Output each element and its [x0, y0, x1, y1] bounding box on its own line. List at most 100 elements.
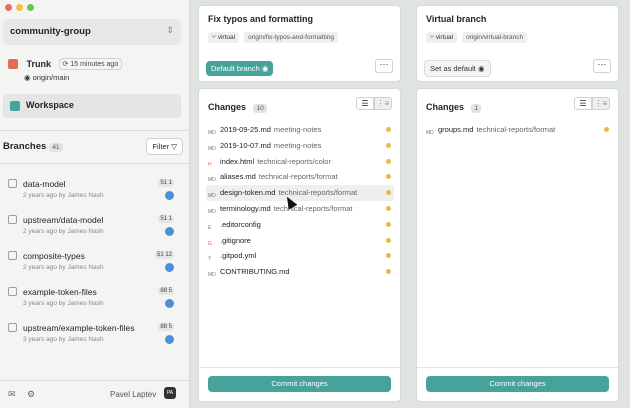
- modified-dot: [386, 253, 391, 259]
- branch-item[interactable]: upstream/data-model 2 years ago by James …: [8, 213, 180, 249]
- html-file-icon: H: [208, 161, 212, 168]
- trunk-remote: origin/main: [32, 73, 70, 82]
- virtual-tag-label: virtual: [217, 34, 236, 41]
- file-name: .gitpod.yml: [220, 251, 257, 261]
- file-name: 2019-10-07.md: [220, 140, 271, 150]
- file-name: terminology.md: [220, 203, 271, 213]
- filter-label: Filter: [152, 142, 170, 151]
- markdown-file-icon: MD: [208, 272, 216, 279]
- branch-list: data-model 2 years ago by James Nash 51 1 …: [8, 177, 180, 357]
- list-view-icon[interactable]: ☰: [574, 97, 592, 110]
- trunk-item[interactable]: Trunk ⟳ 15 minutes ago ◉ origin/main: [8, 58, 123, 82]
- branch-count: 51 12: [154, 251, 174, 259]
- more-options-button[interactable]: ···: [593, 59, 611, 73]
- avatar: [165, 191, 174, 200]
- branch-name: composite-types: [23, 251, 85, 261]
- divider: [0, 130, 190, 131]
- set-as-default-button[interactable]: Set as default ◉: [424, 60, 491, 77]
- user-avatar[interactable]: PA: [164, 387, 176, 399]
- file-item[interactable]: MD CONTRIBUTING.md: [206, 264, 394, 280]
- maximize-window-button[interactable]: [27, 4, 34, 11]
- virtual-tag: ⑂ virtual: [208, 32, 240, 43]
- branch-count: 88 5: [158, 323, 174, 331]
- workspace-item[interactable]: Workspace: [3, 94, 181, 118]
- close-window-button[interactable]: [5, 4, 12, 11]
- file-item[interactable]: MD groups.md technical-reports/format: [424, 122, 612, 138]
- file-list: MD 2019-09-25.md meeting-notes MD 2019-10-0…: [206, 122, 394, 280]
- mail-icon[interactable]: ✉: [8, 389, 16, 400]
- divider: [417, 367, 618, 368]
- file-list: MD groups.md technical-reports/format: [424, 122, 612, 138]
- branch-item[interactable]: composite-types 2 years ago by James Nash…: [8, 249, 180, 285]
- chevron-updown-icon: ⇕: [166, 25, 174, 35]
- modified-dot: [386, 127, 391, 132]
- file-item[interactable]: Y .gitpod.yml: [206, 248, 394, 264]
- more-options-button[interactable]: ···: [375, 59, 393, 73]
- yaml-file-icon: Y: [208, 256, 212, 263]
- default-branch-button[interactable]: Default branch ◉: [206, 61, 274, 76]
- changes-panel: Changes 10 ☰ ⋮≡ MD 2019-09-25.md meeting-no…: [198, 88, 401, 402]
- lane-header: Virtual branch ⑂ virtual origin/virtual-…: [416, 5, 619, 82]
- commit-button[interactable]: Commit changes: [426, 376, 609, 392]
- file-name: aliases.md: [220, 172, 256, 182]
- branch-item[interactable]: upstream/example-token-files 3 years ago …: [8, 321, 180, 357]
- workspace-label: Workspace: [26, 100, 74, 110]
- changes-panel: Changes 1 ☰ ⋮≡ MD groups.md technical-repor…: [416, 88, 619, 402]
- file-item[interactable]: G .gitignore: [206, 233, 394, 249]
- gear-icon[interactable]: ⚙: [27, 389, 35, 400]
- branch-name: example-token-files: [23, 287, 97, 297]
- file-item[interactable]: MD aliases.md technical-reports/format: [206, 169, 394, 185]
- filter-button[interactable]: Filter ▽: [146, 138, 183, 155]
- branch-icon: [8, 179, 17, 188]
- sidebar: community-group ⇕ Trunk ⟳ 15 minutes ago…: [0, 0, 190, 408]
- avatar: [165, 227, 174, 236]
- tree-view-icon[interactable]: ⋮≡: [592, 97, 610, 110]
- avatar: [165, 263, 174, 272]
- lane-title[interactable]: Virtual branch: [426, 14, 609, 24]
- lane-title[interactable]: Fix typos and formatting: [208, 14, 391, 24]
- user-name: Pavel Laptev: [110, 390, 157, 399]
- divider: [199, 367, 400, 368]
- file-name: CONTRIBUTING.md: [220, 267, 290, 277]
- branch-item[interactable]: data-model 2 years ago by James Nash 51 1: [8, 177, 180, 213]
- file-item[interactable]: MD 2019-09-25.md meeting-notes: [206, 122, 394, 138]
- file-name: groups.md: [438, 125, 474, 134]
- modified-dot: [604, 127, 609, 132]
- file-path: technical-reports/color: [257, 156, 331, 166]
- branches-header: Branches 41 Filter ▽: [3, 138, 183, 155]
- branch-count: 51 1: [158, 215, 174, 223]
- file-name: index.html: [220, 156, 255, 166]
- changes-count: 1: [471, 104, 482, 113]
- file-path: meeting-notes: [273, 140, 322, 150]
- modified-dot: [386, 142, 391, 148]
- branch-lane: Fix typos and formatting ⑂ virtual origi…: [198, 0, 401, 408]
- markdown-file-icon: MD: [208, 130, 216, 136]
- branch-meta: 3 years ago by James Nash: [23, 300, 104, 307]
- file-item[interactable]: MD design-token.md technical-reports/forma…: [206, 185, 394, 201]
- branch-icon: [8, 251, 17, 260]
- file-item[interactable]: MD terminology.md technical-reports/format: [206, 201, 394, 217]
- trunk-time-badge: ⟳ 15 minutes ago: [58, 58, 123, 70]
- window-controls: [5, 4, 34, 11]
- file-path: technical-reports/format: [476, 125, 556, 134]
- branch-icon: [8, 287, 17, 296]
- filter-icon: ▽: [171, 142, 177, 151]
- file-item[interactable]: E .editorconfig: [206, 217, 394, 233]
- list-view-icon[interactable]: ☰: [356, 97, 374, 110]
- branch-count: 88 5: [158, 287, 174, 295]
- minimize-window-button[interactable]: [16, 4, 23, 11]
- commit-button[interactable]: Commit changes: [208, 376, 391, 392]
- project-selector[interactable]: community-group ⇕: [3, 19, 181, 45]
- markdown-file-icon: MD: [208, 193, 216, 200]
- branch-item[interactable]: example-token-files 3 years ago by James …: [8, 285, 180, 321]
- github-icon: ◉: [24, 73, 31, 82]
- project-name: community-group: [10, 26, 91, 37]
- tree-view-icon[interactable]: ⋮≡: [374, 97, 392, 110]
- file-item[interactable]: Hindex.html technical-reports/color: [206, 154, 394, 170]
- branch-meta: 3 years ago by James Nash: [23, 336, 104, 343]
- markdown-file-icon: MD: [208, 208, 216, 215]
- file-item[interactable]: MD 2019-10-07.md meeting-notes: [206, 138, 394, 154]
- modified-dot: [386, 174, 391, 180]
- trunk-icon: [8, 59, 18, 69]
- branch-count: 51 1: [158, 179, 174, 187]
